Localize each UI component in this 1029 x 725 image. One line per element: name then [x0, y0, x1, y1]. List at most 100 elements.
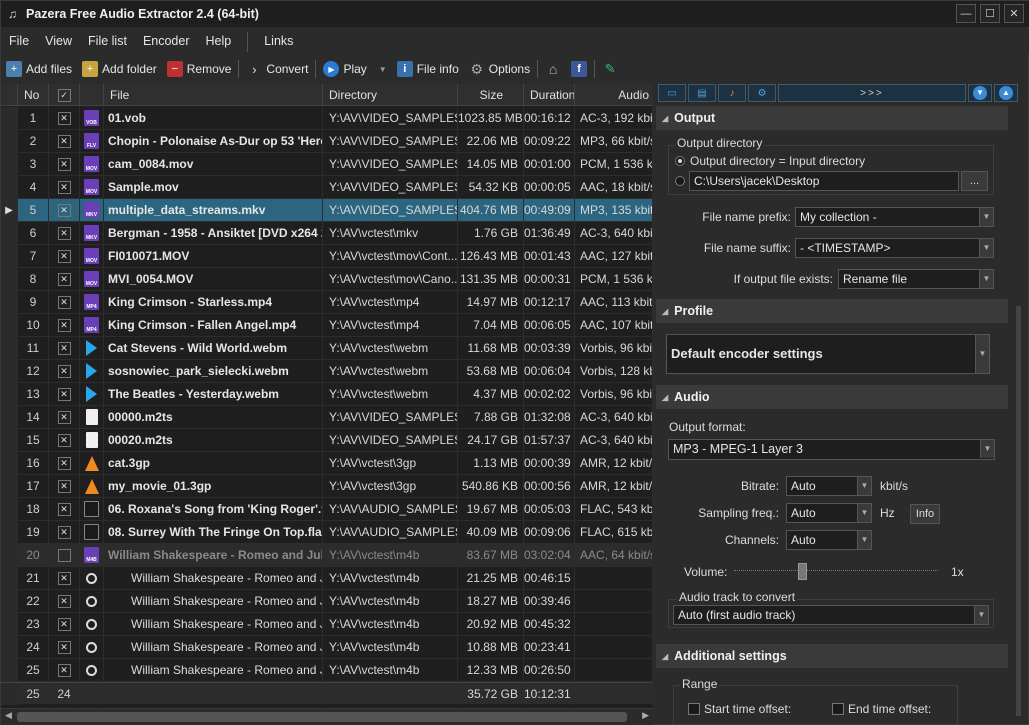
row-checkbox[interactable]: ✕ — [57, 479, 71, 493]
table-row[interactable]: 18 ✕ 06. Roxana's Song from 'King Roger'.f… — [1, 497, 653, 521]
more-tabs-button[interactable]: >>> — [778, 84, 966, 102]
info-button[interactable]: Info — [910, 504, 940, 524]
row-checkbox-cell[interactable]: ✕ — [49, 198, 80, 222]
menu-encoder[interactable]: Encoder — [135, 29, 198, 54]
gear-tab-icon[interactable]: ⚙ — [748, 84, 776, 102]
row-checkbox-cell[interactable] — [49, 543, 80, 567]
row-checkbox[interactable]: ✕ — [57, 617, 71, 631]
row-checkbox-cell[interactable]: ✕ — [49, 106, 80, 130]
row-checkbox[interactable]: ✕ — [57, 180, 71, 194]
options-button[interactable]: ⚙ Options — [464, 57, 535, 81]
minimize-button[interactable]: — — [956, 4, 976, 23]
menu-help[interactable]: Help — [198, 29, 240, 54]
scroll-thumb[interactable] — [17, 712, 627, 722]
row-checkbox-cell[interactable]: ✕ — [49, 336, 80, 360]
menu-file-list[interactable]: File list — [80, 29, 135, 54]
scroll-left-icon[interactable]: ◀ — [5, 710, 12, 721]
row-checkbox[interactable]: ✕ — [57, 157, 71, 171]
row-checkbox-cell[interactable]: ✕ — [49, 129, 80, 153]
row-checkbox-cell[interactable]: ✕ — [49, 267, 80, 291]
row-checkbox[interactable]: ✕ — [57, 410, 71, 424]
row-checkbox-cell[interactable]: ✕ — [49, 290, 80, 314]
table-row[interactable]: 24 ✕ William Shakespeare - Romeo and J... Y… — [1, 635, 653, 659]
profile-combo[interactable]: Default encoder settings ▼ — [666, 334, 990, 374]
audio-section-header[interactable]: ◢ Audio — [656, 385, 1008, 409]
row-checkbox[interactable]: ✕ — [57, 341, 71, 355]
table-row[interactable]: 21 ✕ William Shakespeare - Romeo and J... Y… — [1, 566, 653, 590]
add-files-button[interactable]: + Add files — [1, 57, 77, 81]
header-check[interactable]: ✓ — [49, 84, 80, 106]
table-row[interactable]: 12 ✕ sosnowiec_park_sielecki.webm Y:\AV\vct… — [1, 359, 653, 383]
row-checkbox-cell[interactable]: ✕ — [49, 175, 80, 199]
expand-all-button[interactable]: ▲ — [994, 84, 1018, 102]
row-checkbox-cell[interactable]: ✕ — [49, 221, 80, 245]
row-checkbox-cell[interactable]: ✕ — [49, 497, 80, 521]
input-directory-radio[interactable] — [675, 156, 685, 166]
check-all-icon[interactable]: ✓ — [57, 88, 71, 102]
remove-button[interactable]: − Remove — [162, 57, 237, 81]
header-directory[interactable]: Directory — [323, 84, 458, 106]
browse-button[interactable]: ... — [961, 171, 988, 191]
table-row[interactable]: 11 ✕ Cat Stevens - Wild World.webm Y:\AV\vc… — [1, 336, 653, 360]
volume-slider-track[interactable] — [734, 570, 938, 574]
row-checkbox[interactable]: ✕ — [57, 571, 71, 585]
row-checkbox-cell[interactable]: ✕ — [49, 451, 80, 475]
table-row[interactable]: 16 ✕ cat.3gp Y:\AV\vctest\3gp 1.13 MB 00:00:3… — [1, 451, 653, 475]
output-section-header[interactable]: ◢ Output — [656, 106, 1008, 130]
row-checkbox-cell[interactable]: ✕ — [49, 474, 80, 498]
table-row[interactable]: 13 ✕ The Beatles - Yesterday.webm Y:\AV\vct… — [1, 382, 653, 406]
row-checkbox[interactable]: ✕ — [57, 456, 71, 470]
row-checkbox[interactable]: ✕ — [57, 226, 71, 240]
row-checkbox-cell[interactable]: ✕ — [49, 635, 80, 659]
table-row[interactable]: 7 ✕ MOV FI010071.MOV Y:\AV\vctest\mov\Cont..… — [1, 244, 653, 268]
table-row[interactable]: 14 ✕ 00000.m2ts Y:\AV\VIDEO_SAMPLES... 7.88 … — [1, 405, 653, 429]
table-row[interactable]: 17 ✕ my_movie_01.3gp Y:\AV\vctest\3gp 540.86… — [1, 474, 653, 498]
row-checkbox[interactable]: ✕ — [57, 318, 71, 332]
row-checkbox-cell[interactable]: ✕ — [49, 566, 80, 590]
row-checkbox[interactable]: ✕ — [57, 433, 71, 447]
row-checkbox[interactable]: ✕ — [57, 640, 71, 654]
menu-links[interactable]: Links — [256, 29, 301, 54]
row-checkbox[interactable]: ✕ — [57, 272, 71, 286]
scroll-right-icon[interactable]: ▶ — [642, 710, 649, 721]
table-row[interactable]: 2 ✕ FLV Chopin - Polonaise As-Dur op 53 'He… — [1, 129, 653, 153]
row-checkbox-cell[interactable]: ✕ — [49, 520, 80, 544]
panel-scroll-thumb[interactable] — [1016, 306, 1021, 716]
table-row[interactable]: 25 ✕ William Shakespeare - Romeo and J... Y… — [1, 658, 653, 682]
pin-button[interactable]: ✎ — [597, 57, 623, 81]
row-checkbox-cell[interactable]: ✕ — [49, 658, 80, 682]
row-checkbox[interactable]: ✕ — [57, 663, 71, 677]
row-checkbox-cell[interactable]: ✕ — [49, 359, 80, 383]
table-row[interactable]: 1 ✕ VOB 01.vob Y:\AV\VIDEO_SAMPLES... 1023.85… — [1, 106, 653, 130]
row-checkbox-cell[interactable]: ✕ — [49, 405, 80, 429]
folder-tab-icon[interactable]: ▭ — [658, 84, 686, 102]
table-row[interactable]: 19 ✕ 08. Surrey With The Fringe On Top.fla… — [1, 520, 653, 544]
prefix-combo[interactable]: My collection - ▼ — [795, 207, 994, 227]
row-checkbox-cell[interactable]: ✕ — [49, 382, 80, 406]
table-row[interactable]: 23 ✕ William Shakespeare - Romeo and J... Y… — [1, 612, 653, 636]
file-info-button[interactable]: i File info — [392, 57, 464, 81]
output-directory-field[interactable]: C:\Users\jacek\Desktop — [689, 171, 959, 191]
add-folder-button[interactable]: + Add folder — [77, 57, 162, 81]
table-row[interactable]: 10 ✕ MP4 King Crimson - Fallen Angel.mp4 Y:\… — [1, 313, 653, 337]
chevron-down-icon[interactable]: ▼ — [379, 65, 387, 74]
output-format-combo[interactable]: MP3 - MPEG-1 Layer 3 ▼ — [668, 439, 995, 460]
table-row[interactable]: 6 ✕ MKV Bergman - 1958 - Ansiktet [DVD x264… — [1, 221, 653, 245]
table-row[interactable]: 20 M4B William Shakespeare - Romeo and Jul… — [1, 543, 653, 567]
row-checkbox[interactable]: ✕ — [57, 525, 71, 539]
header-size[interactable]: Size — [458, 84, 524, 106]
music-tab-icon[interactable]: ♪ — [718, 84, 746, 102]
channels-combo[interactable]: Auto ▼ — [786, 530, 872, 550]
row-checkbox[interactable]: ✕ — [57, 387, 71, 401]
table-row[interactable]: 4 ✕ MOV Sample.mov Y:\AV\VIDEO_SAMPLES... 54.… — [1, 175, 653, 199]
row-checkbox[interactable]: ✕ — [57, 111, 71, 125]
row-checkbox[interactable]: ✕ — [57, 295, 71, 309]
table-row[interactable]: 9 ✕ MP4 King Crimson - Starless.mp4 Y:\AV\vc… — [1, 290, 653, 314]
play-button[interactable]: ▶ Play ▼ — [318, 57, 391, 81]
header-audio[interactable]: Audio — [575, 84, 653, 106]
table-row[interactable]: 8 ✕ MOV MVI_0054.MOV Y:\AV\vctest\mov\Cano..… — [1, 267, 653, 291]
menu-view[interactable]: View — [37, 29, 80, 54]
row-checkbox-cell[interactable]: ✕ — [49, 152, 80, 176]
panel-scrollbar[interactable] — [1010, 106, 1028, 724]
bitrate-combo[interactable]: Auto ▼ — [786, 476, 872, 496]
